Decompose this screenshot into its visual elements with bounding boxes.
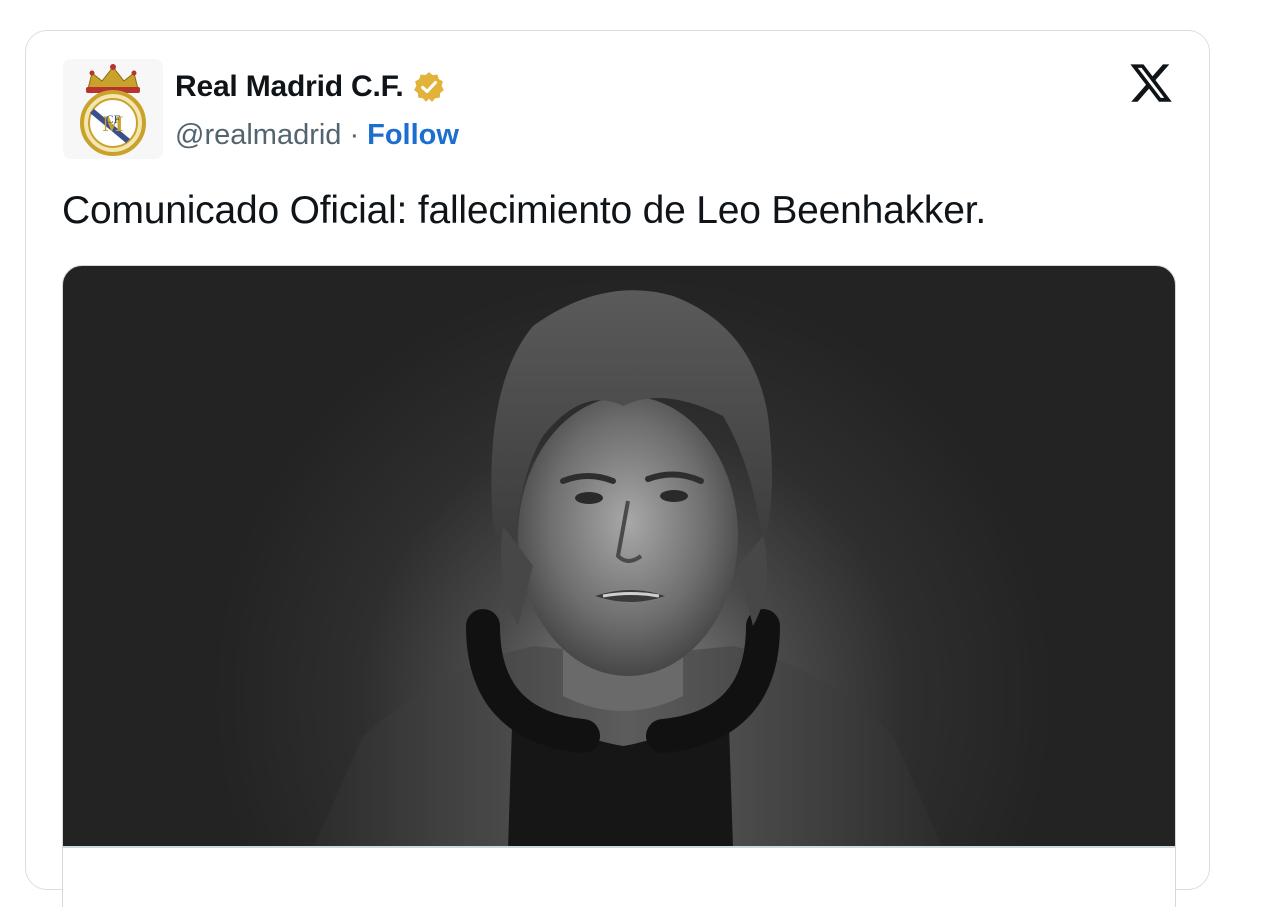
tweet-text: Comunicado Oficial: fallecimiento de Leo…: [62, 189, 986, 232]
author-display-name[interactable]: Real Madrid C.F.: [175, 70, 404, 104]
author-handle[interactable]: @realmadrid: [175, 119, 341, 152]
tweet-card[interactable]: M CF Real Madrid C.F. @realmadrid · Foll…: [25, 30, 1210, 907]
author-name-row: Real Madrid C.F.: [175, 67, 446, 107]
verified-badge-icon: [413, 72, 444, 102]
portrait-photo: [313, 290, 943, 846]
tweet-media-photo[interactable]: [62, 265, 1176, 847]
real-madrid-crest-icon[interactable]: M CF: [63, 59, 163, 159]
x-logo-icon[interactable]: [1127, 60, 1175, 106]
svg-text:CF: CF: [106, 112, 121, 126]
follow-button[interactable]: Follow: [367, 119, 459, 152]
media-footer: [62, 847, 1176, 907]
author-handle-row: @realmadrid · Follow: [175, 115, 459, 155]
separator-dot: ·: [349, 118, 360, 151]
